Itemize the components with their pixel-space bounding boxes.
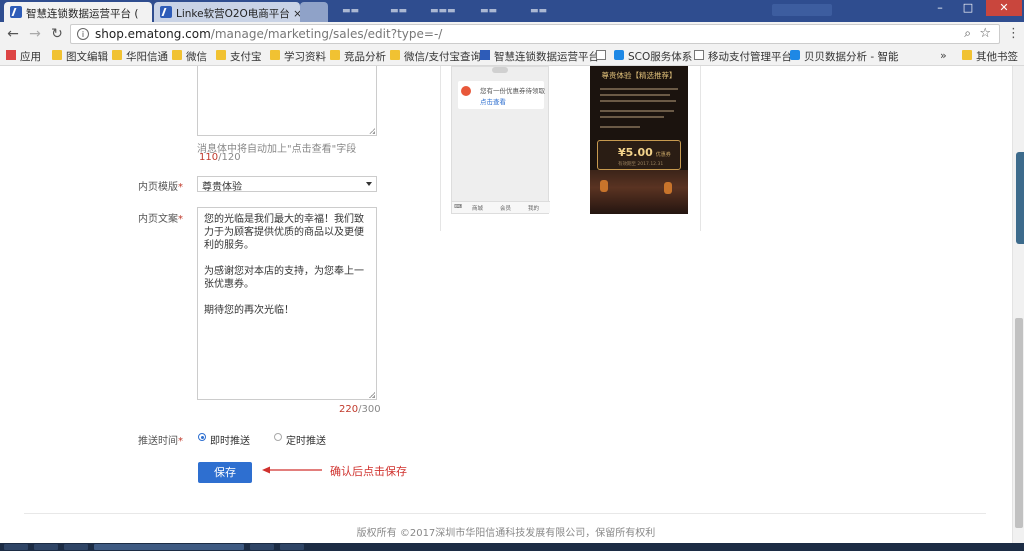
folder-icon [172, 50, 182, 60]
site-favicon-icon [160, 6, 172, 18]
save-button[interactable]: 保存 [198, 462, 252, 483]
taskbar-app-icon[interactable] [280, 544, 304, 550]
taskbar-browser-icon[interactable] [94, 544, 244, 550]
preview-message-card: 您有一份优惠券待领取 点击查看 [458, 81, 545, 109]
bookmark-apps[interactable]: 应用 [6, 49, 41, 64]
template-select[interactable]: 尊贵体验 [197, 176, 377, 193]
os-taskbar [0, 543, 1024, 551]
bookmark-sco[interactable]: SCO服务体系 [614, 49, 692, 64]
bookmark-folder[interactable]: 学习资料 [270, 49, 326, 64]
annotation-text: 确认后点击保存 [330, 465, 407, 478]
preview-divider [440, 66, 441, 231]
tab-linke[interactable]: Linke软营O2O电商平台 × [154, 2, 300, 22]
poster-background-image [590, 170, 688, 214]
blurred-tab-text: ▬▬▬ [430, 6, 456, 16]
browser-tab-bar: 智慧连锁数据运营平台 ( Linke软营O2O电商平台 × ▬▬ ▬▬ ▬▬▬ … [0, 0, 1024, 22]
profile-chip[interactable] [772, 4, 832, 16]
zoom-icon[interactable]: ⌕ [964, 26, 971, 41]
maximize-icon[interactable]: □ [956, 0, 980, 16]
inner-page-preview: 尊贵体验【精选推荐】 ¥5.00 优惠券 有效期至 2017.12.31 [590, 66, 688, 214]
page-scrollbar[interactable] [1012, 66, 1024, 551]
bookmarks-bar: 应用 图文编辑 华阳信通 微信 支付宝 学习资料 竞品分析 微信/支付宝查询 智… [0, 46, 1024, 66]
side-float-widget[interactable] [1016, 152, 1024, 244]
bei-icon [790, 50, 800, 60]
inner-copy-textarea[interactable]: 您的光临是我们最大的幸福！我们致力于为顾客提供优质的商品以及更便利的服务。 为感… [197, 207, 377, 400]
taskbar-app-icon[interactable] [64, 544, 88, 550]
bookmark-folder[interactable]: 竞品分析 [330, 49, 386, 64]
bookmark-app[interactable]: 智慧连锁数据运营平台 [480, 49, 599, 64]
radio-checked-icon[interactable] [198, 433, 206, 441]
bookmark-folder[interactable]: 图文编辑 [52, 49, 108, 64]
address-bar[interactable]: i shop.ematong.com/manage/marketing/sale… [70, 24, 1000, 44]
folder-icon [390, 50, 400, 60]
footer-divider [24, 513, 986, 514]
site-info-icon[interactable]: i [77, 28, 89, 40]
folder-icon [330, 50, 340, 60]
folder-icon [52, 50, 62, 60]
char-counter: 110/120 [199, 152, 241, 163]
blurred-tab-text: ▬▬ [480, 6, 498, 16]
app-icon [480, 50, 490, 60]
minimize-icon[interactable]: – [928, 0, 952, 16]
folder-icon [270, 50, 280, 60]
blurred-tab-text: ▬▬ [390, 6, 408, 16]
new-tab-button[interactable] [300, 2, 328, 22]
phone-footer: ⌨ 商城 会员 我的 [452, 201, 550, 213]
folder-icon [216, 50, 226, 60]
apps-icon [6, 50, 16, 60]
bookmark-folder[interactable]: 微信 [172, 49, 207, 64]
scrollbar-thumb[interactable] [1015, 318, 1023, 528]
blurred-tab-text: ▬▬ [342, 6, 360, 16]
bookmark-folder[interactable]: 微信/支付宝查询 [390, 49, 481, 64]
start-icon[interactable] [4, 544, 28, 550]
folder-icon [112, 50, 122, 60]
bookmarks-more-icon[interactable]: » [940, 49, 947, 62]
bei-icon [614, 50, 624, 60]
bookmark-folder[interactable]: 支付宝 [216, 49, 262, 64]
bookmark-bei[interactable]: 贝贝数据分析 - 智能 [790, 49, 898, 64]
coupon-card: ¥5.00 优惠券 有效期至 2017.12.31 [597, 140, 681, 170]
template-label: 内页模版* [138, 182, 183, 193]
taskbar-app-icon[interactable] [250, 544, 274, 550]
resize-handle-icon[interactable] [369, 392, 375, 398]
resize-handle-icon[interactable] [369, 128, 375, 134]
forward-icon[interactable]: → [26, 25, 44, 43]
tab-smart-chain[interactable]: 智慧连锁数据运营平台 ( [4, 2, 152, 22]
message-textarea[interactable] [197, 66, 377, 136]
arrow-left-icon [262, 466, 322, 474]
char-counter: 220/300 [339, 404, 381, 415]
bookmark-other[interactable]: 其他书签 [962, 49, 1018, 64]
message-preview-phone: 您有一份优惠券待领取 点击查看 ⌨ 商城 会员 我的 [451, 66, 550, 214]
page-content: 消息体中将自动加上"点击查看"字段 110/120 您有一份优惠券待领取 点击查… [0, 66, 1012, 550]
chevron-down-icon [366, 182, 372, 186]
avatar [461, 86, 471, 96]
browser-toolbar: ← → ↻ i shop.ematong.com/manage/marketin… [0, 22, 1024, 46]
url-text: shop.ematong.com/manage/marketing/sales/… [95, 27, 443, 41]
bookmark-folder[interactable]: 华阳信通 [112, 49, 168, 64]
push-time-label: 推送时间* [138, 436, 183, 447]
preview-divider [700, 66, 701, 231]
back-icon[interactable]: ← [4, 25, 22, 43]
blurred-tab-text: ▬▬ [530, 6, 548, 16]
copy-label: 内页文案* [138, 214, 183, 225]
bookmark-page[interactable]: 移动支付管理平台 [694, 49, 792, 64]
radio-unchecked-icon[interactable] [274, 433, 282, 441]
site-favicon-icon [10, 6, 22, 18]
reload-icon[interactable]: ↻ [48, 25, 66, 43]
keyboard-icon: ⌨ [454, 204, 462, 210]
close-window-icon[interactable]: ✕ [986, 0, 1022, 16]
folder-icon [962, 50, 972, 60]
browser-menu-icon[interactable]: ⋮ [1007, 26, 1020, 42]
copyright-text: 版权所有 ©2017深圳市华阳信通科技发展有限公司，保留所有权利 [356, 528, 656, 539]
page-icon [596, 50, 606, 60]
taskbar-app-icon[interactable] [34, 544, 58, 550]
time-pill [492, 67, 508, 73]
bookmark-star-icon[interactable]: ☆ [979, 26, 991, 41]
page-icon [694, 50, 704, 60]
